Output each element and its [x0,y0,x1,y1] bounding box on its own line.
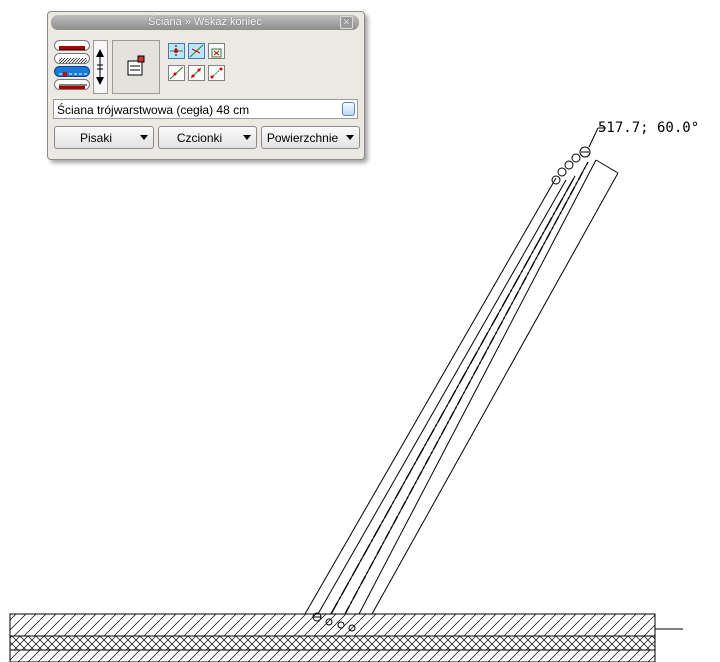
swap-direction-icon[interactable] [93,40,108,94]
surfaces-dropdown[interactable]: Powierzchnie [261,126,360,149]
wall-properties-icon[interactable] [112,40,160,94]
wall-type-label: Ściana trójwarstwowa (cegła) 48 cm [57,103,250,117]
pens-dropdown[interactable]: Pisaki [54,126,154,149]
coordinate-readout: 517.7; 60.0° [598,120,699,136]
snap-markers-end [551,127,606,185]
chevron-down-icon [243,135,251,140]
axis-mode-icon[interactable] [168,43,185,59]
existing-wall [9,613,683,662]
wall-tool-panel[interactable]: Ściana » Wskaż koniec ✕ Ściana trójwarst… [47,11,365,160]
fonts-dropdown[interactable]: Czcionki [158,126,257,149]
diagonal-mode-icon[interactable] [168,65,185,81]
panel-title: Ściana » Wskaż koniec [148,16,262,28]
justify-hatch-button[interactable] [54,53,90,64]
panel-title-bar[interactable]: Ściana » Wskaż koniec ✕ [51,15,359,30]
justify-left-button[interactable] [54,40,90,51]
wall-justification-group [54,40,91,97]
left-face-mode-icon[interactable] [188,43,205,59]
polyline-mode-icon[interactable] [208,65,225,81]
chevron-down-icon [140,135,148,140]
rectangle-mode-icon[interactable] [208,43,225,59]
justify-center-button[interactable] [54,66,90,77]
wall-type-browse-icon[interactable] [342,102,355,116]
new-wall-preview [304,159,619,615]
chevron-down-icon [346,135,354,140]
justify-right-button[interactable] [54,79,90,90]
close-icon[interactable]: ✕ [340,16,353,29]
pens-dropdown-label: Pisaki [79,131,112,145]
surfaces-dropdown-label: Powierzchnie [266,131,339,145]
wall-type-selector[interactable]: Ściana trójwarstwowa (cegła) 48 cm [53,99,358,119]
arc-mode-icon[interactable] [188,65,205,81]
fonts-dropdown-label: Czcionki [176,131,223,145]
